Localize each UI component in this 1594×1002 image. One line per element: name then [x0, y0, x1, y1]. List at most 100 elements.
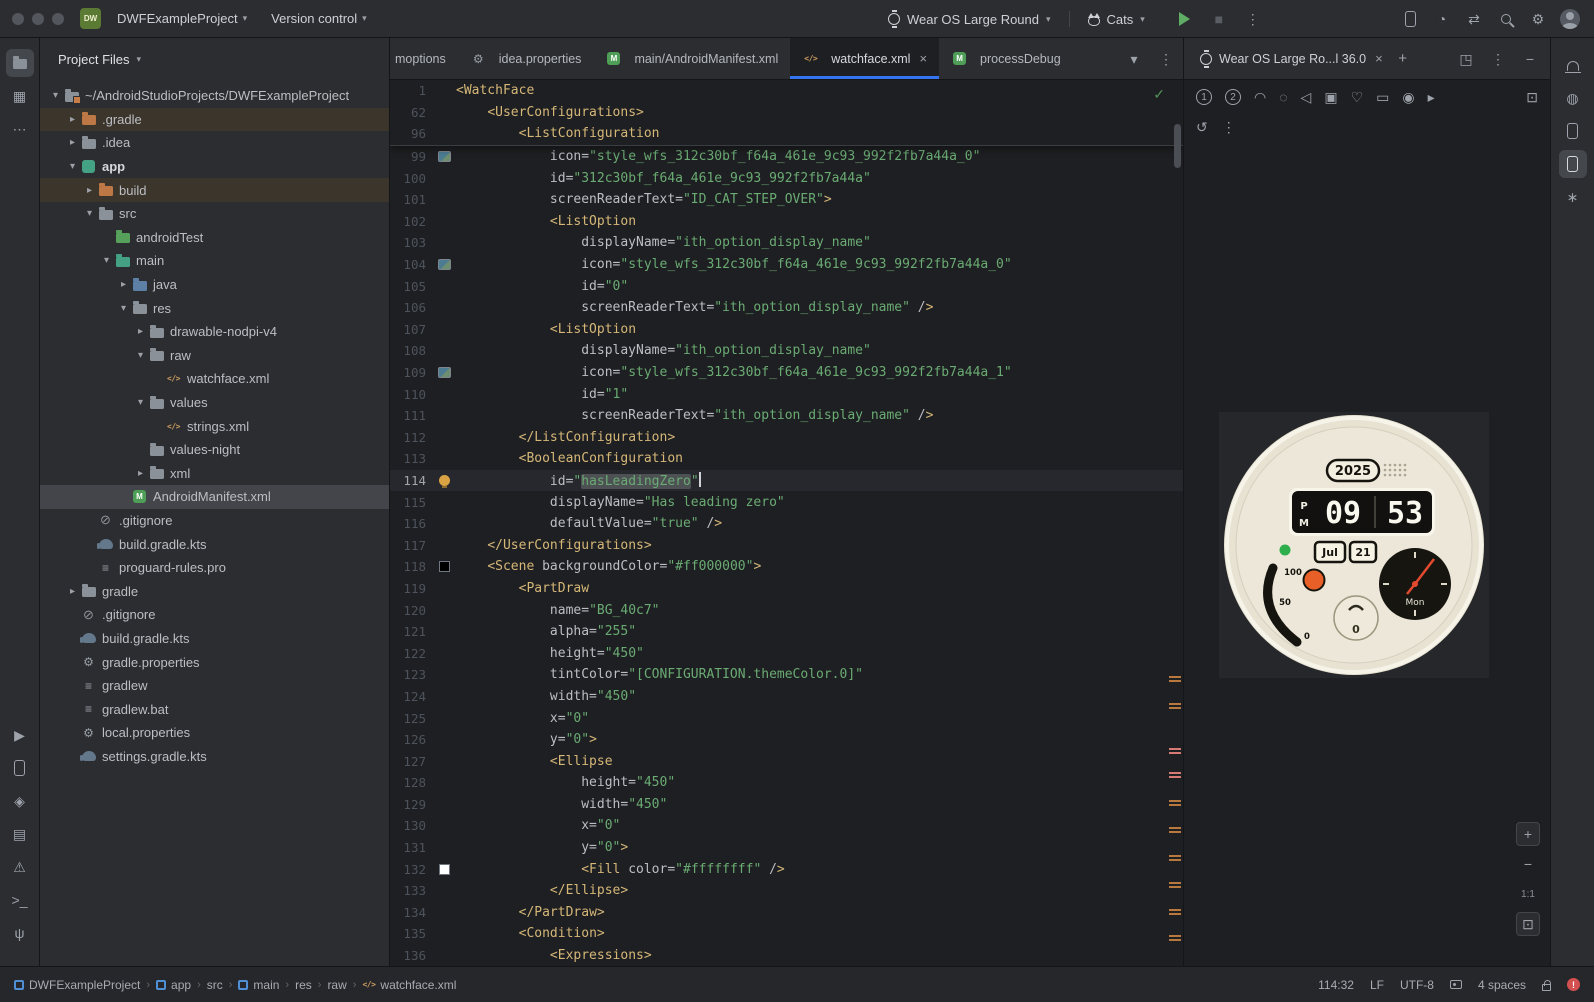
- tree-item-gradle-properties[interactable]: ⚙ gradle.properties: [40, 650, 389, 674]
- editor-scrollbar[interactable]: [1174, 124, 1181, 168]
- tab-processdebug[interactable]: MprocessDebug: [939, 38, 1073, 79]
- code-line-99[interactable]: 99 icon="style_wfs_312c30bf_f64a_461e_9c…: [390, 146, 1183, 168]
- highlighting-level-icon[interactable]: [1449, 980, 1462, 989]
- drawable-preview-icon[interactable]: [437, 151, 451, 163]
- code-line-100[interactable]: 100 id="312c30bf_f64a_461e_9c93_992f2fb7…: [390, 167, 1183, 189]
- chevron-closed-icon[interactable]: ▸: [116, 279, 131, 290]
- sync-button[interactable]: ⇄: [1460, 5, 1488, 33]
- close-tab-icon[interactable]: ×: [919, 51, 927, 66]
- tree-item-build-gradle-kts[interactable]: build.gradle.kts: [40, 532, 389, 556]
- zoom-to-fit-button[interactable]: ⊡: [1516, 912, 1540, 936]
- code-line-62[interactable]: 62 <UserConfigurations>: [390, 102, 1183, 124]
- code-line-125[interactable]: 125 x="0": [390, 707, 1183, 729]
- ide-error-indicator[interactable]: !: [1567, 978, 1580, 991]
- code-line-136[interactable]: 136 <Expressions>: [390, 945, 1183, 966]
- code-line-134[interactable]: 134 </PartDraw>: [390, 902, 1183, 924]
- zoom-out-button[interactable]: −: [1516, 852, 1540, 876]
- tree-item-values[interactable]: ▾ values: [40, 391, 389, 415]
- stripe-mark-8[interactable]: [1169, 909, 1181, 915]
- code-line-107[interactable]: 107 <ListOption: [390, 319, 1183, 341]
- intention-bulb-icon[interactable]: [438, 474, 450, 488]
- code-line-105[interactable]: 105 id="0": [390, 275, 1183, 297]
- close-window-button[interactable]: [12, 12, 24, 25]
- stripe-mark-0[interactable]: [1169, 676, 1181, 682]
- code-line-103[interactable]: 103 displayName="ith_option_display_name…: [390, 232, 1183, 254]
- breadcrumb-res[interactable]: res: [295, 978, 312, 992]
- tree-item-gradlew[interactable]: ≡ gradlew: [40, 674, 389, 698]
- tree-item-gitignore[interactable]: ⊘ .gitignore: [40, 509, 389, 533]
- reset-view-button[interactable]: ↺: [1196, 120, 1208, 134]
- chevron-open-icon[interactable]: ▾: [133, 350, 148, 361]
- tab-moptions[interactable]: moptions: [390, 38, 458, 79]
- tree-item-java[interactable]: ▸ java: [40, 273, 389, 297]
- caret-position-widget[interactable]: 114:32: [1318, 978, 1354, 992]
- pair-button[interactable]: ▭: [1376, 90, 1389, 104]
- tree-item-gradle[interactable]: ▸ gradle: [40, 579, 389, 603]
- tree-item-settings-gradle-kts[interactable]: settings.gradle.kts: [40, 745, 389, 769]
- problems-tool-button[interactable]: ⚠: [6, 853, 34, 881]
- stripe-mark-5[interactable]: [1169, 827, 1181, 833]
- wear-button-2[interactable]: 2: [1225, 89, 1241, 105]
- chevron-closed-icon[interactable]: ▸: [82, 185, 97, 196]
- code-line-127[interactable]: 127 <Ellipse: [390, 750, 1183, 772]
- gradle-tool-button[interactable]: ◍: [1559, 84, 1587, 112]
- code-line-101[interactable]: 101 screenReaderText="ID_CAT_STEP_OVER">: [390, 189, 1183, 211]
- chevron-open-icon[interactable]: ▾: [99, 255, 114, 266]
- breadcrumb-watchface-xml[interactable]: </> watchface.xml: [362, 978, 456, 992]
- chevron-open-icon[interactable]: ▾: [133, 397, 148, 408]
- code-line-135[interactable]: 135 <Condition>: [390, 923, 1183, 945]
- code-line-122[interactable]: 122 height="450": [390, 642, 1183, 664]
- device-manager-tool-button[interactable]: [6, 754, 34, 782]
- wear-button-1[interactable]: 1: [1196, 89, 1212, 105]
- code-line-96[interactable]: 96 <ListConfiguration: [390, 123, 1183, 145]
- profiler-button[interactable]: ◔: [1428, 5, 1456, 33]
- code-line-111[interactable]: 111 screenReaderText="ith_option_display…: [390, 405, 1183, 427]
- stripe-mark-4[interactable]: [1169, 800, 1181, 806]
- terminal-tool-button[interactable]: >_: [6, 886, 34, 914]
- hidden-tabs-button[interactable]: ▾: [1123, 48, 1145, 70]
- code-line-114[interactable]: 114 id="hasLeadingZero": [390, 469, 1183, 492]
- tree-item-build[interactable]: ▸ build: [40, 178, 389, 202]
- tree-item-local-properties[interactable]: ⚙ local.properties: [40, 721, 389, 745]
- add-device-button[interactable]: +: [1391, 47, 1415, 71]
- device-explorer-tool-button[interactable]: [1559, 117, 1587, 145]
- run-button[interactable]: [1171, 5, 1199, 33]
- tree-item-src[interactable]: ▾ src: [40, 202, 389, 226]
- tree-item-gradlew-bat[interactable]: ≡ gradlew.bat: [40, 697, 389, 721]
- palm-gesture-button[interactable]: ◠: [1254, 90, 1266, 104]
- fullscreen-button[interactable]: ⊡: [1526, 90, 1538, 104]
- zoom-in-button[interactable]: +: [1516, 822, 1540, 846]
- code-line-118[interactable]: 118 <Scene backgroundColor="#ff000000">: [390, 556, 1183, 578]
- chevron-closed-icon[interactable]: ▸: [133, 468, 148, 479]
- code-line-104[interactable]: 104 icon="style_wfs_312c30bf_f64a_461e_9…: [390, 254, 1183, 276]
- stop-button[interactable]: ■: [1205, 5, 1233, 33]
- app-quality-insights-tool-button[interactable]: ◈: [6, 787, 34, 815]
- panel-options-button[interactable]: ⋮: [1486, 47, 1510, 71]
- open-in-window-button[interactable]: ◳: [1454, 47, 1478, 71]
- code-line-113[interactable]: 113 <BooleanConfiguration: [390, 448, 1183, 470]
- file-lock-icon[interactable]: [1542, 979, 1551, 991]
- code-line-119[interactable]: 119 <PartDraw: [390, 578, 1183, 600]
- stripe-mark-1[interactable]: [1169, 703, 1181, 709]
- tree-item-res[interactable]: ▾ res: [40, 296, 389, 320]
- chevron-closed-icon[interactable]: ▸: [65, 114, 80, 125]
- tree-item-main[interactable]: ▾ main: [40, 249, 389, 273]
- run-configuration-selector[interactable]: Cats ▾: [1080, 8, 1153, 31]
- hide-panel-button[interactable]: −: [1518, 47, 1542, 71]
- tree-item-idea[interactable]: ▸ .idea: [40, 131, 389, 155]
- chevron-open-icon[interactable]: ▾: [82, 208, 97, 219]
- code-line-129[interactable]: 129 width="450": [390, 794, 1183, 816]
- code-line-121[interactable]: 121 alpha="255": [390, 621, 1183, 643]
- stripe-mark-7[interactable]: [1169, 882, 1181, 888]
- stripe-mark-6[interactable]: [1169, 855, 1181, 861]
- chevron-closed-icon[interactable]: ▸: [133, 326, 148, 337]
- camera-button[interactable]: ◉: [1402, 90, 1414, 104]
- heart-rate-button[interactable]: ♡: [1351, 90, 1364, 104]
- drawable-preview-icon[interactable]: [437, 367, 451, 379]
- line-separator-widget[interactable]: LF: [1370, 978, 1384, 992]
- chevron-closed-icon[interactable]: ▸: [65, 586, 80, 597]
- inspections-ok-icon[interactable]: ✓: [1153, 86, 1165, 103]
- device-selector[interactable]: Wear OS Large Round ▾: [880, 8, 1059, 31]
- breadcrumb-dwfexampleproject[interactable]: DWFExampleProject: [14, 978, 140, 992]
- commit-tool-button[interactable]: ▦: [6, 82, 34, 110]
